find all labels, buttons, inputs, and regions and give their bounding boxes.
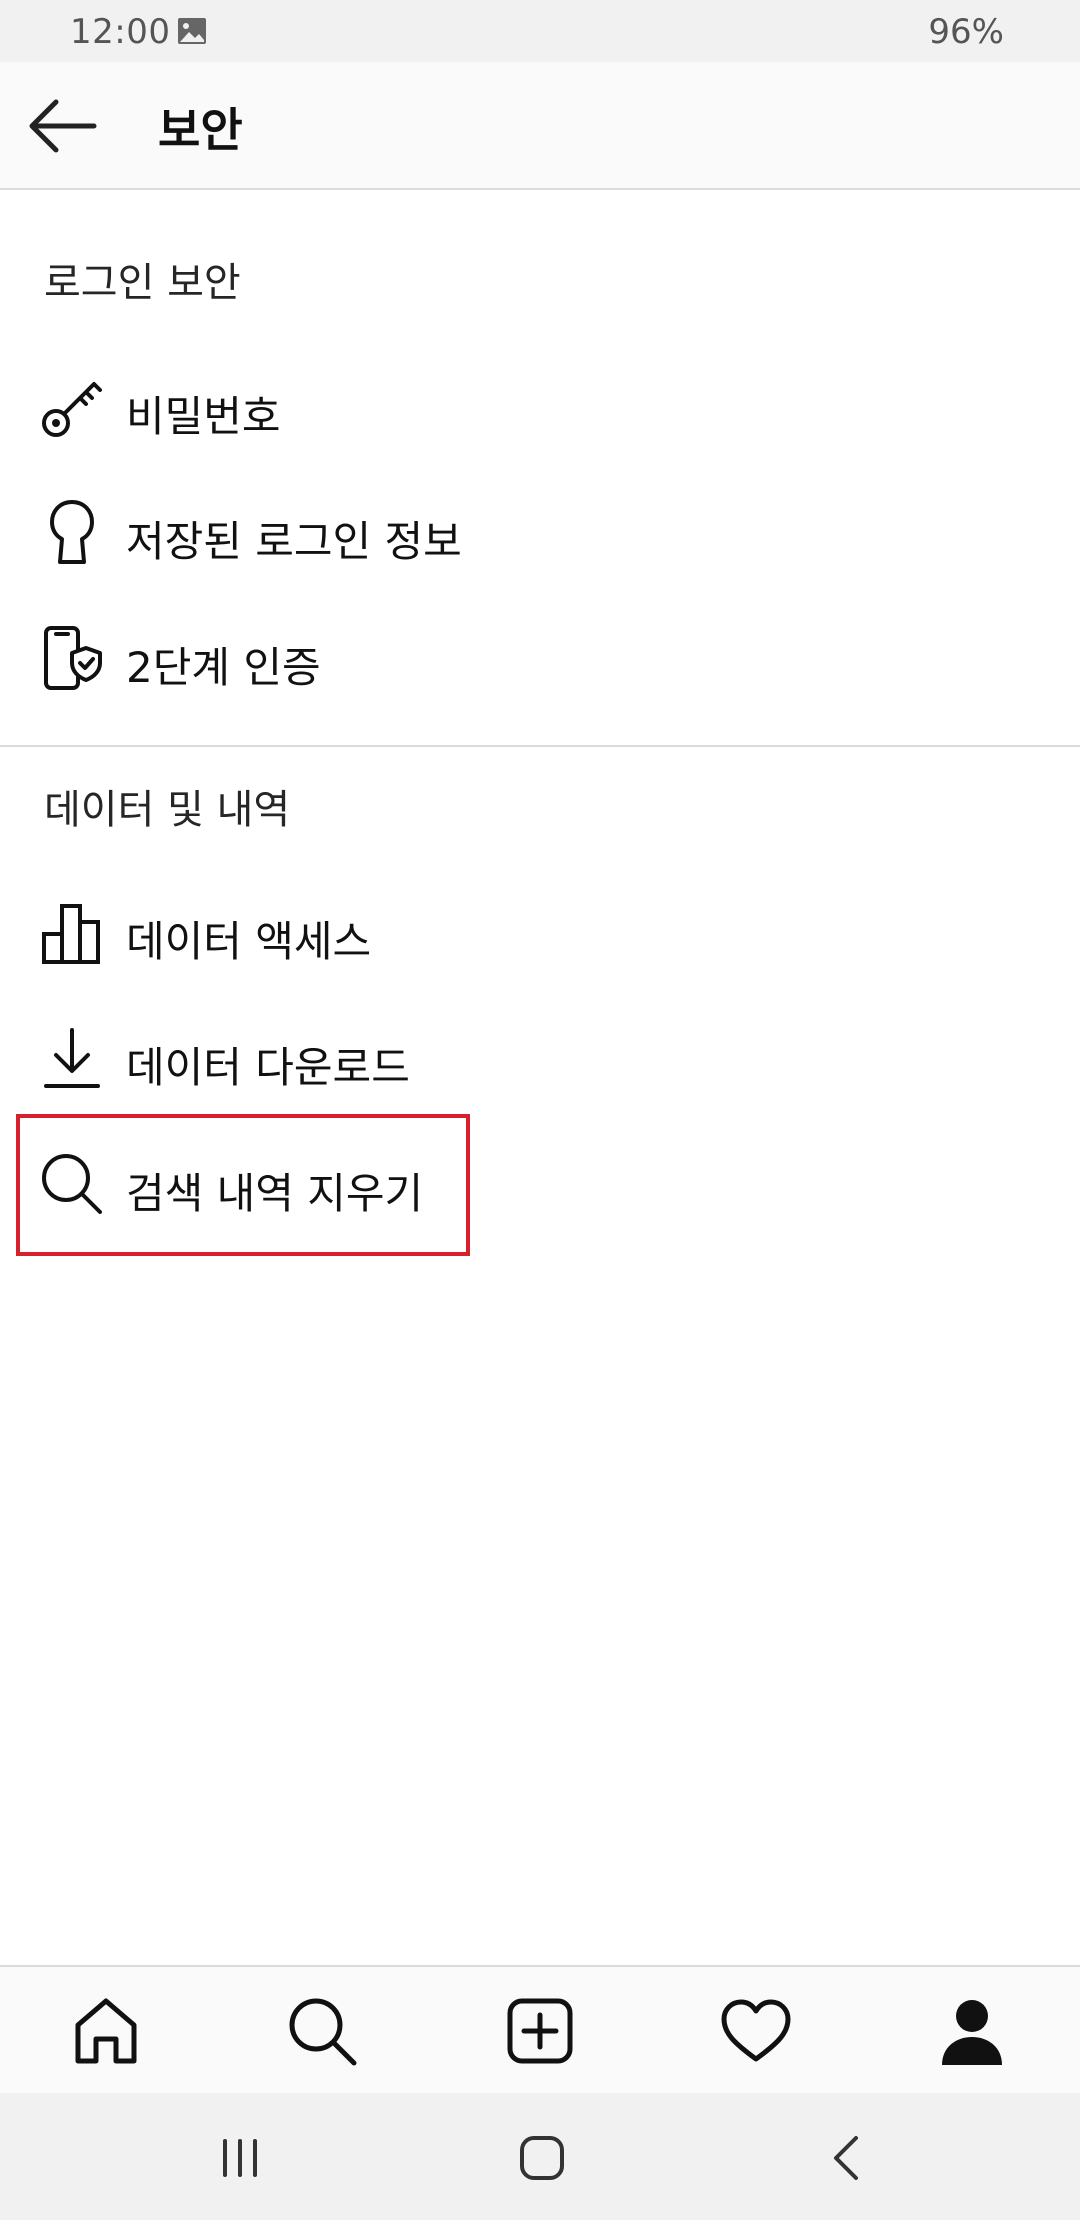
tab-home[interactable] [64,1989,148,2073]
menu-item-label: 2단계 인증 [126,643,321,692]
recents-button[interactable] [205,2123,275,2193]
person-icon [942,2000,1002,2065]
system-nav-bar [0,2093,1080,2220]
battery-level: 96% [928,12,1004,52]
menu-item-label: 데이터 액세스 [126,917,372,966]
menu-item-label: 저장된 로그인 정보 [126,517,462,566]
download-icon [38,1024,106,1092]
section-header-login-security: 로그인 보안 [44,260,241,306]
page-title: 보안 [158,103,243,157]
back-nav-button[interactable] [812,2123,882,2193]
arrow-left-icon [29,99,97,153]
status-bar: 12:00 96% [0,0,1080,62]
status-time: 12:00 [70,12,171,52]
tab-new-post[interactable] [498,1989,582,2073]
menu-item-data-access[interactable]: 데이터 액세스 [0,870,1080,994]
screen: 12:00 96% 보안 로그인 보안 비밀번호 저장된 로그인 정보 2단계 … [0,0,1080,2220]
app-bar: 보안 [0,62,1080,190]
recents-icon [223,2139,257,2177]
menu-item-saved-login-info[interactable]: 저장된 로그인 정보 [0,470,1080,594]
phone-shield-icon [38,624,106,692]
tab-profile[interactable] [930,1989,1014,2073]
tab-activity[interactable] [714,1989,798,2073]
section-divider [0,745,1080,747]
search-icon [289,1998,357,2066]
tab-search[interactable] [280,1989,364,2073]
menu-item-two-factor-auth[interactable]: 2단계 인증 [0,596,1080,720]
plus-square-icon [507,1998,573,2064]
menu-item-data-download[interactable]: 데이터 다운로드 [0,996,1080,1120]
chevron-left-icon [834,2136,858,2180]
bar-chart-icon [38,898,106,966]
back-button[interactable] [22,90,102,162]
heart-icon [721,1999,791,2062]
key-icon [38,373,106,441]
image-icon [176,16,208,46]
menu-item-label: 데이터 다운로드 [126,1043,410,1092]
menu-item-label: 비밀번호 [126,392,281,441]
home-icon [75,1998,137,2064]
section-header-data-history: 데이터 및 내역 [44,787,291,833]
highlight-box [16,1114,470,1256]
home-square-icon [520,2136,564,2180]
home-nav-button[interactable] [507,2123,577,2193]
bottom-tab-bar [0,1965,1080,2093]
keyhole-icon [38,498,106,566]
menu-item-password[interactable]: 비밀번호 [0,345,1080,469]
